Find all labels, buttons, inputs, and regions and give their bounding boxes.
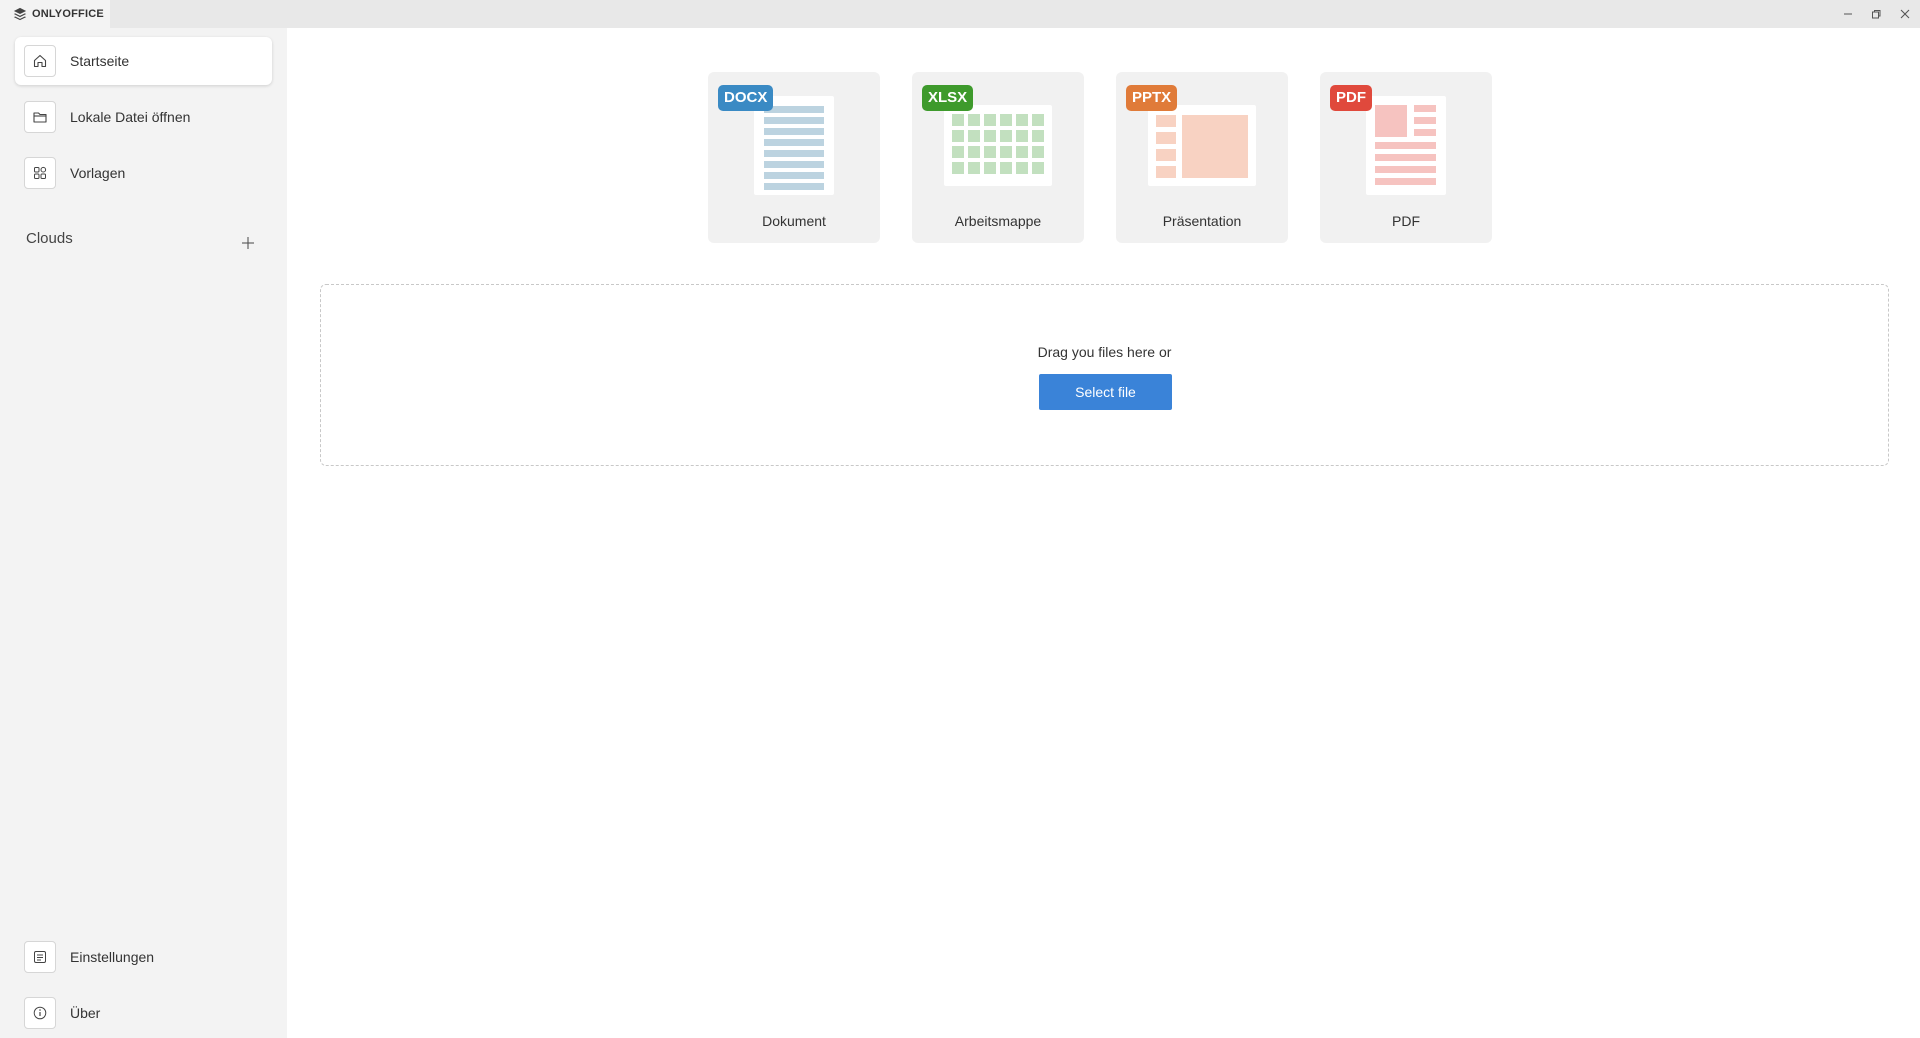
- home-icon: [24, 45, 56, 77]
- restore-button[interactable]: [1862, 0, 1890, 28]
- sidebar-item-startseite[interactable]: Startseite: [15, 37, 272, 85]
- card-label: Präsentation: [1162, 213, 1242, 229]
- minimize-icon: [1844, 13, 1852, 15]
- drop-zone-text: Drag you files here or: [1037, 344, 1172, 360]
- card-label: PDF: [1392, 213, 1420, 229]
- folder-icon: [24, 101, 56, 133]
- xlsx-badge: XLSX: [922, 85, 974, 111]
- sidebar: Startseite Lokale Datei öffnen Vorlagen …: [0, 28, 287, 1038]
- file-drop-zone[interactable]: Drag you files here or Select file: [320, 284, 1889, 466]
- new-pdf-card[interactable]: PDF PDF: [1320, 72, 1492, 243]
- onlyoffice-logo-icon: [13, 7, 27, 21]
- card-label: Dokument: [762, 213, 826, 229]
- settings-icon: [24, 941, 56, 973]
- close-icon: [1900, 9, 1910, 19]
- sidebar-item-label: Einstellungen: [70, 949, 155, 965]
- sidebar-item-settings[interactable]: Einstellungen: [15, 933, 272, 981]
- restore-icon: [1872, 10, 1881, 19]
- spreadsheet-preview: [944, 105, 1052, 186]
- pdf-badge: PDF: [1330, 85, 1372, 111]
- add-cloud-button[interactable]: [238, 233, 258, 253]
- sidebar-item-label: Vorlagen: [70, 165, 126, 181]
- pptx-badge: PPTX: [1126, 85, 1178, 111]
- select-file-button[interactable]: Select file: [1039, 374, 1172, 410]
- templates-grid-icon: [24, 157, 56, 189]
- sidebar-item-open-local-file[interactable]: Lokale Datei öffnen: [15, 93, 272, 141]
- app-tab[interactable]: ONLYOFFICE: [0, 0, 110, 28]
- new-spreadsheet-card[interactable]: XLSX Arbeitsmappe: [912, 72, 1084, 243]
- presentation-preview: [1148, 105, 1256, 186]
- minimize-button[interactable]: [1834, 0, 1862, 28]
- card-label: Arbeitsmappe: [954, 213, 1042, 229]
- docx-badge: DOCX: [718, 85, 774, 111]
- sidebar-item-label: Startseite: [70, 53, 130, 69]
- plus-icon: [242, 237, 254, 249]
- pdf-preview: [1366, 96, 1446, 195]
- new-document-card[interactable]: DOCX Dokument: [708, 72, 880, 243]
- title-bar: ONLYOFFICE: [0, 0, 1920, 28]
- new-presentation-card[interactable]: PPTX Präsentation: [1116, 72, 1288, 243]
- sidebar-item-about[interactable]: Über: [15, 989, 272, 1037]
- app-brand: ONLYOFFICE: [32, 8, 104, 20]
- info-icon: [24, 997, 56, 1029]
- close-button[interactable]: [1891, 0, 1919, 28]
- sidebar-item-label: Über: [70, 1005, 101, 1021]
- sidebar-item-templates[interactable]: Vorlagen: [15, 149, 272, 197]
- clouds-heading: Clouds: [26, 230, 73, 247]
- sidebar-item-label: Lokale Datei öffnen: [70, 109, 191, 125]
